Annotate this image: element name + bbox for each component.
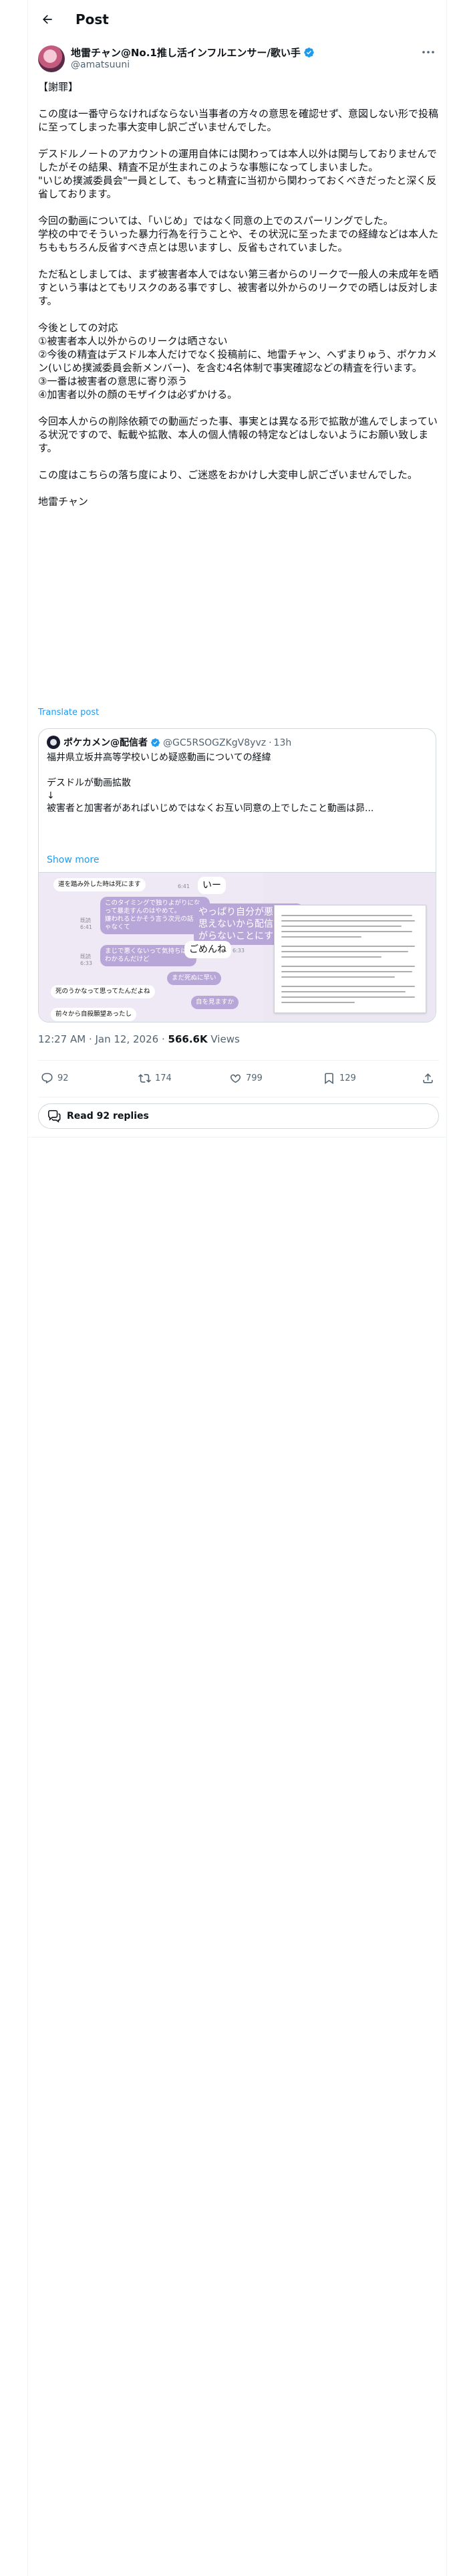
avatar[interactable] [38,45,65,72]
chat-timestamp: 既読 6:41 [80,918,92,930]
verified-badge-icon [304,47,314,58]
post-text: 【謝罪】 この度は一番守らなければならない当事者の方々の意思を確認せず、意図しな… [38,81,439,508]
arrow-left-icon [43,15,52,24]
bookmark-icon [325,1073,333,1085]
repost-button[interactable]: 174 [138,1072,172,1085]
view-count: 566.6K [168,1033,208,1045]
repost-icon [138,1074,151,1083]
chat-message: 自を見ますか [191,996,239,1009]
read-replies-button[interactable]: Read 92 replies [38,1103,439,1129]
bookmark-button[interactable]: 129 [323,1072,356,1085]
chat-message: まだ死ぬに早い [167,972,221,985]
quote-time: 13h [273,738,292,748]
reply-icon [41,1073,53,1084]
statement-document-image [274,905,426,1013]
reply-button[interactable]: 92 [41,1072,69,1085]
quote-dot: · [269,738,272,748]
chat-message: 道を踏み外した時は死にます [53,878,146,891]
post-timestamp[interactable]: 12:27 AM · Jan 12, 2026 [38,1033,158,1045]
verified-badge-icon [151,738,160,747]
heart-icon [230,1074,241,1083]
share-icon [423,1073,433,1083]
quote-author-handle: @GC5RSOGZKgV8yvz [163,738,267,748]
reply-count: 92 [57,1073,69,1083]
more-options-icon[interactable] [420,44,436,60]
chat-message: ごめんね [184,941,231,958]
post-author: 地雷チャン@No.1推し活インフルエンサー/歌い手 @amatsuuni [38,43,439,75]
speech-bubbles-icon [47,1109,61,1123]
divider [27,1137,447,1138]
like-button[interactable]: 799 [229,1072,263,1085]
bookmark-count: 129 [339,1073,356,1083]
repost-count: 174 [155,1073,172,1083]
share-button[interactable] [422,1072,438,1085]
like-count: 799 [246,1073,263,1083]
quote-author-name: ポケカメン@配信者 [63,738,148,748]
translate-post-link[interactable]: Translate post [38,708,99,718]
page-title: Post [76,11,109,27]
author-name[interactable]: 地雷チャン@No.1推し活インフルエンサー/歌い手 [71,47,301,59]
read-replies-label: Read 92 replies [67,1111,149,1121]
quote-text: 福井県立坂井高等学校いじめ疑惑動画についての経緯 デスドルが動画拡散 ↓ 被害者… [47,752,374,814]
back-button[interactable] [34,6,61,33]
chat-message: まじで悪くないって気持ちはわかるんだけど [100,945,196,966]
chat-timestamp: 6:41 [178,883,190,889]
divider [38,1060,439,1061]
action-bar: 92 174 799 129 [38,1065,439,1093]
show-more-link[interactable]: Show more [47,855,100,865]
author-handle[interactable]: @amatsuuni [71,60,130,70]
post-meta: 12:27 AM · Jan 12, 2026 · 566.6K Views [38,1033,240,1045]
chat-message: 死のうかなって思ってたんだよね [51,985,155,998]
chat-timestamp: 既読 6:33 [80,954,92,966]
quote-avatar [47,736,60,749]
chat-timestamp: 6:33 [233,948,245,954]
chat-message: いー [198,877,226,894]
author-name-row[interactable]: 地雷チャン@No.1推し活インフルエンサー/歌い手 [71,45,315,60]
views-label: Views [210,1033,240,1045]
quoted-post[interactable]: ポケカメン@配信者 @GC5RSOGZKgV8yvz · 13h 福井県立坂井高等学校… [38,728,436,1023]
chat-message: 前々から自殺願望あったし [51,1008,137,1021]
top-bar: Post [27,0,447,39]
quote-media[interactable]: 道を踏み外した時は死にます 6:41 このタイミングで独りよがりになって暴走すん… [39,872,436,1022]
quote-author: ポケカメン@配信者 @GC5RSOGZKgV8yvz · 13h [47,736,291,749]
